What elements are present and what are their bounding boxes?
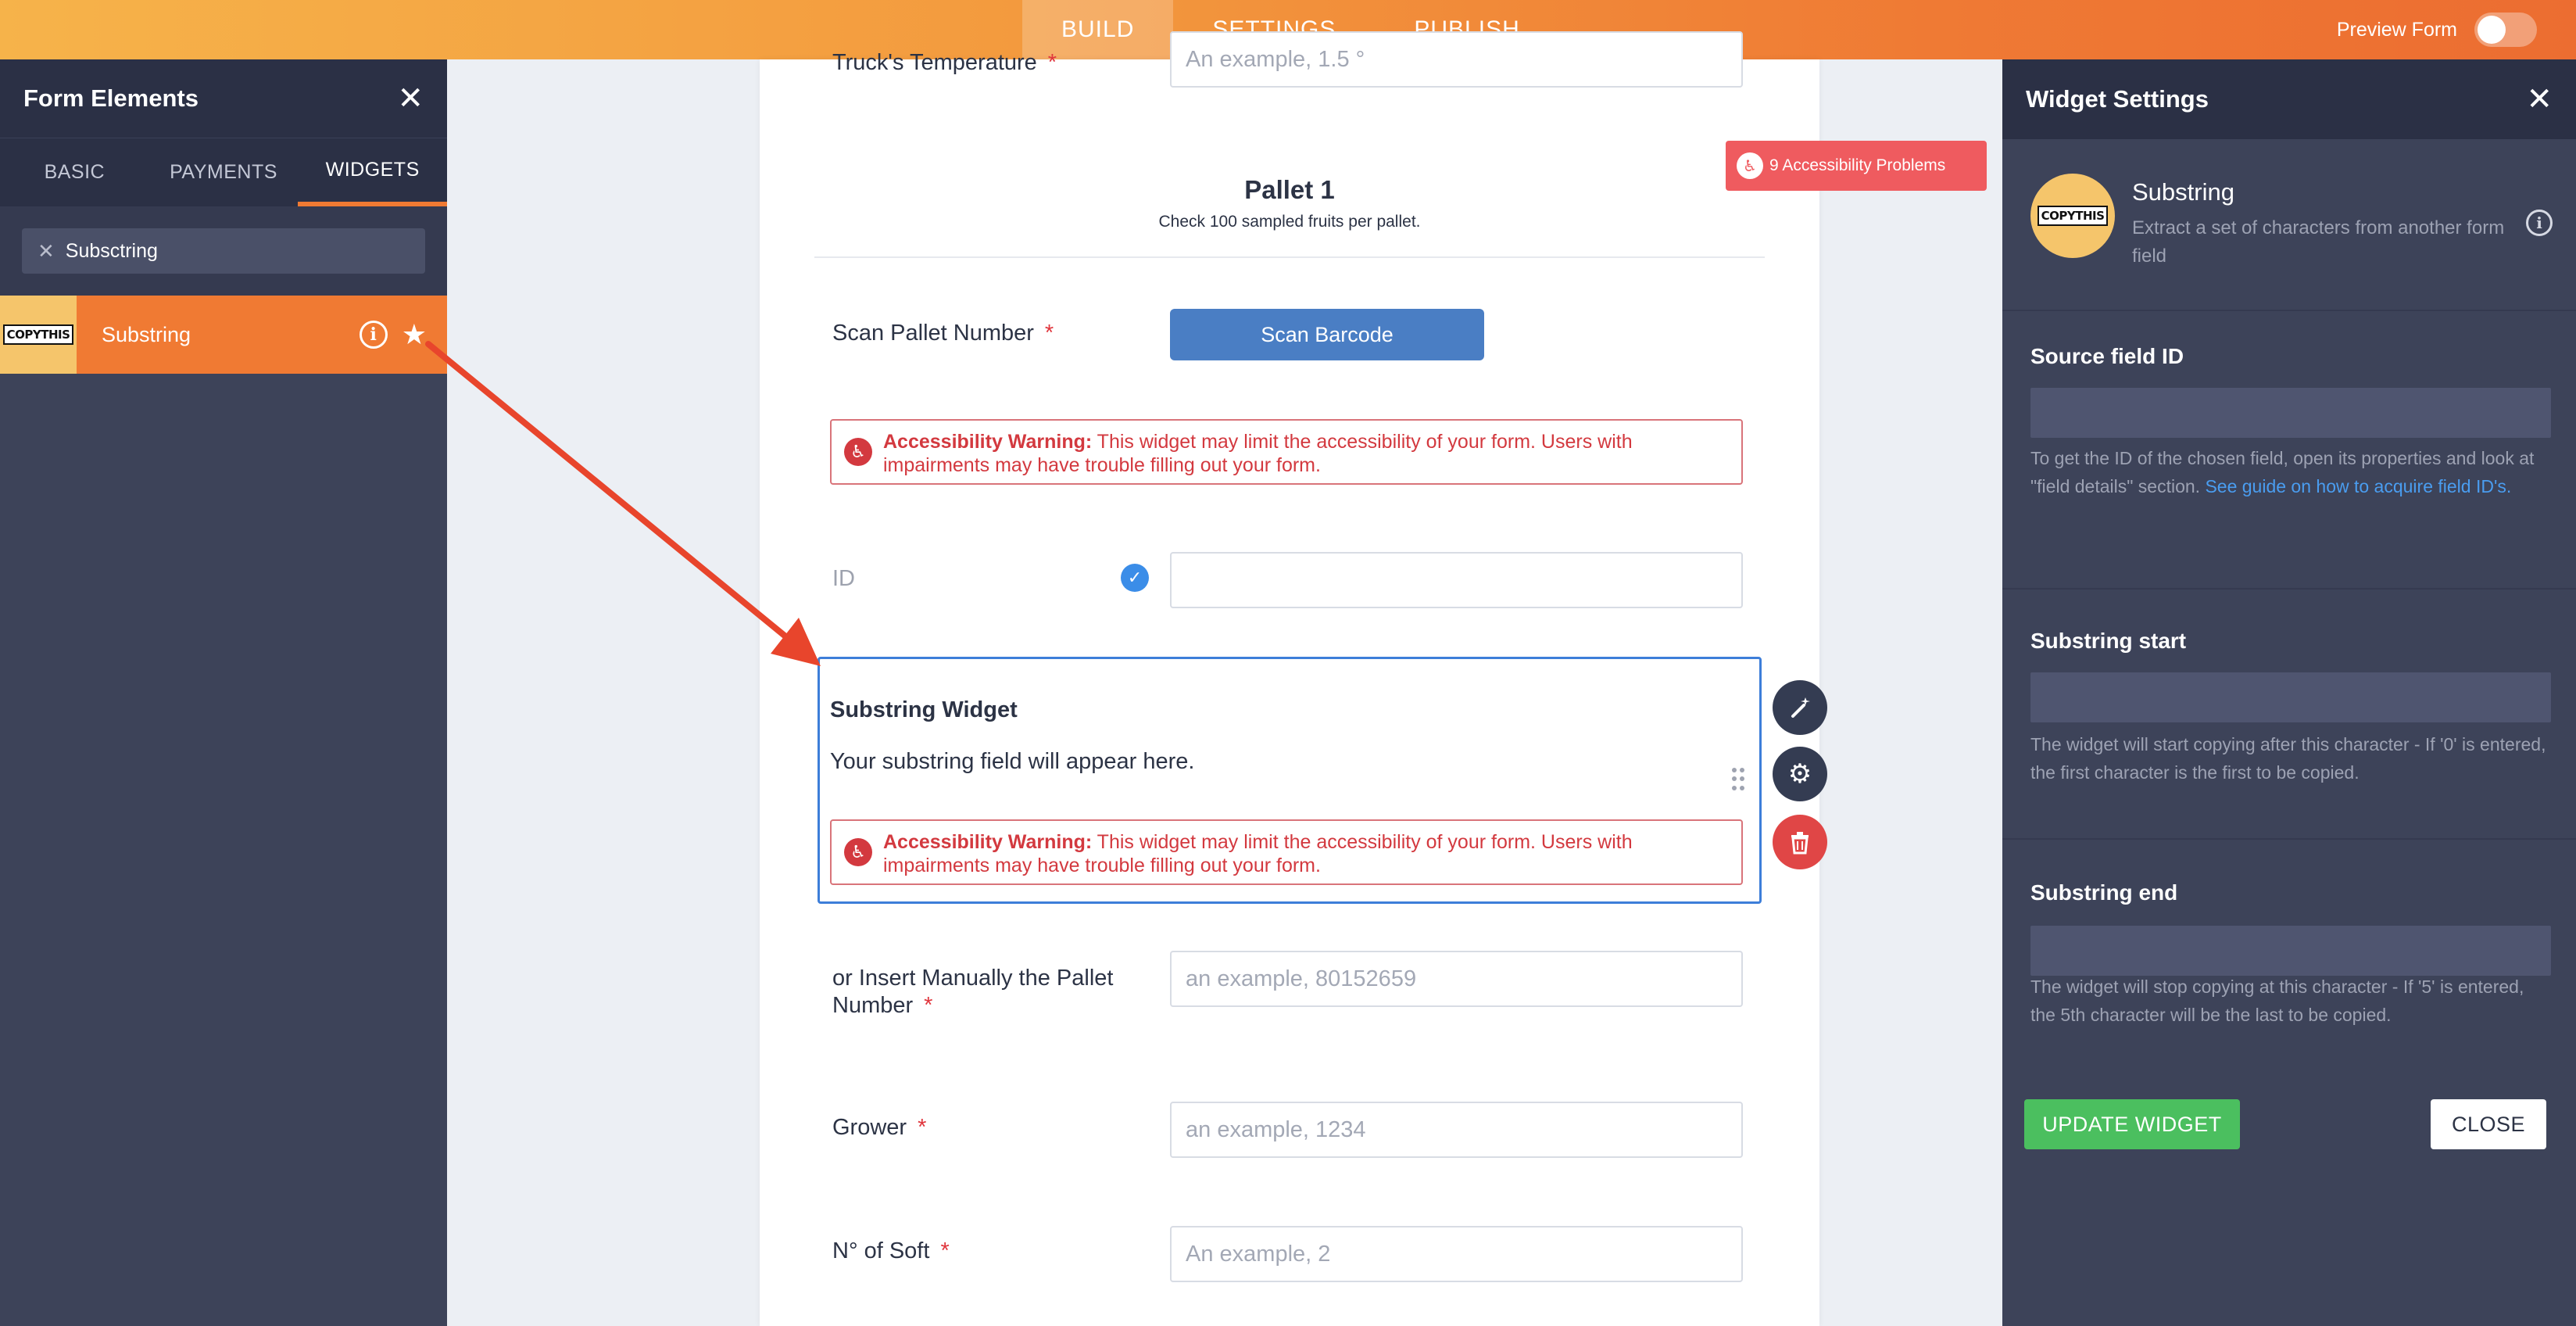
substring-end-help: The widget will stop copying at this cha… [2030,977,2524,1025]
field-id-guide-link[interactable]: See guide on how to acquire field ID's. [2205,476,2511,496]
close-icon[interactable]: ✕ [2526,84,2553,115]
substring-end-input[interactable] [2030,926,2551,976]
form-elements-title: Form Elements [23,84,199,112]
substring-start-input[interactable] [2030,672,2551,722]
tab-basic[interactable]: BASIC [0,138,149,206]
copythis-logo: COPYTHIS [2037,206,2109,226]
gear-icon: ⚙ [1787,759,1812,789]
substring-end-label: Substring end [2030,880,2178,905]
scan-barcode-button[interactable]: Scan Barcode [1170,309,1484,360]
accessibility-problems-badge[interactable]: ♿ 9 Accessibility Problems [1726,141,1987,191]
substring-start-section: Substring start The widget will start co… [2002,590,2576,840]
substring-start-help: The widget will start copying after this… [2030,734,2546,783]
warning-text: Accessibility Warning: This widget may l… [883,431,1633,476]
widget-item-icons: i ★ [359,296,427,374]
field-label-grower: Grower * [832,1115,927,1140]
soft-input[interactable]: An example, 2 [1170,1226,1743,1282]
accessibility-icon: ♿ [844,438,872,466]
manual-pallet-input[interactable]: an example, 80152659 [1170,951,1743,1007]
wand-icon [1791,697,1810,718]
substring-end-section: Substring end The widget will stop copyi… [2002,840,2576,1099]
widget-item-name: Substring [102,322,191,346]
clear-search-icon[interactable]: ✕ [38,239,55,263]
info-icon[interactable]: i [359,321,388,349]
delete-button[interactable] [1773,815,1827,869]
widget-logo: COPYTHIS [2030,174,2115,258]
truck-temperature-input[interactable]: An example, 1.5 ° [1170,31,1743,88]
form-canvas: Truck's Temperature * An example, 1.5 ° P… [447,31,2002,1326]
widget-thumbnail: COPYTHIS [0,296,77,374]
search-value: Subsctring [65,239,158,262]
accessibility-icon: ♿ [1737,152,1763,179]
check-icon: ✓ [1121,564,1149,592]
search-wrapper: ✕ Subsctring [0,206,447,296]
section-subtitle: Check 100 sampled fruits per pallet. [1158,213,1421,231]
form-elements-panel: Form Elements ✕ BASIC PAYMENTS WIDGETS ✕… [0,59,448,1326]
form-elements-tabs: BASIC PAYMENTS WIDGETS [0,138,448,206]
source-field-section: Source field ID To get the ID of the cho… [2002,311,2576,590]
widget-settings-header: Widget Settings ✕ [2002,59,2576,139]
source-field-help: To get the ID of the chosen field, open … [2030,448,2535,496]
accessibility-icon: ♿ [844,838,872,866]
info-icon[interactable]: i [2526,210,2553,236]
gear-button[interactable]: ⚙ [1773,747,1827,801]
substring-widget-text: Your substring field will appear here. [830,749,1195,774]
grower-input[interactable]: an example, 1234 [1170,1102,1743,1158]
widget-settings-title: Widget Settings [2026,85,2209,113]
widget-search-input[interactable]: ✕ Subsctring [22,228,425,274]
field-label-soft: N° of Soft * [832,1238,950,1263]
substring-start-label: Substring start [2030,629,2187,653]
preview-form-toggle[interactable] [2474,13,2537,47]
accessibility-warning: ♿ Accessibility Warning: This widget may… [830,419,1743,485]
widget-description: Extract a set of characters from another… [2132,217,2505,267]
accessibility-problems-label: 9 Accessibility Problems [1769,156,1946,174]
trash-icon [1791,832,1809,855]
wand-button[interactable] [1773,680,1827,735]
field-label-id: ID [832,566,855,591]
substring-widget-title: Substring Widget [830,697,1018,722]
drag-handle-icon[interactable] [1732,768,1744,791]
star-icon[interactable]: ★ [402,321,427,349]
widget-name: Substring [2132,178,2234,206]
widget-summary: COPYTHIS Substring Extract a set of char… [2002,139,2576,311]
copythis-logo: COPYTHIS [2,324,74,345]
form-card: Truck's Temperature * An example, 1.5 ° P… [760,31,1827,1326]
field-label-manual-pallet: or Insert Manually the Pallet Number * [832,966,1114,1018]
section-title: Pallet 1 [1244,175,1335,204]
tab-widgets[interactable]: WIDGETS [298,138,448,206]
source-field-input[interactable] [2030,388,2551,438]
warning-text: Accessibility Warning: This widget may l… [883,831,1633,876]
widget-item-substring[interactable]: COPYTHIS Substring i ★ [0,296,447,374]
accessibility-warning-widget: ♿ Accessibility Warning: This widget may… [830,819,1743,885]
close-icon[interactable]: ✕ [397,83,424,114]
tab-payments[interactable]: PAYMENTS [149,138,299,206]
close-button[interactable]: CLOSE [2431,1099,2546,1149]
field-label-truck-temperature: Truck's Temperature * [832,50,1057,75]
update-widget-button[interactable]: UPDATE WIDGET [2024,1099,2240,1149]
field-label-scan-pallet: Scan Pallet Number * [832,321,1054,346]
section-divider [814,256,1765,258]
form-elements-header: Form Elements ✕ [0,59,447,138]
source-field-label: Source field ID [2030,344,2184,368]
preview-form-label: Preview Form [2336,18,2457,41]
id-input[interactable] [1170,552,1743,608]
preview-form: Preview Form [2337,11,2537,48]
